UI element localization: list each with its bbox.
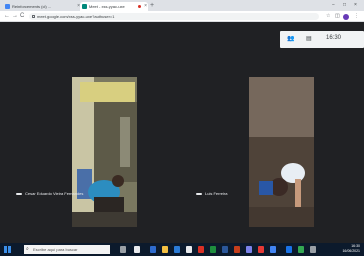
participant-video[interactable]: [249, 77, 314, 227]
profile-avatar[interactable]: [343, 14, 349, 20]
search-icon: ⌕: [26, 246, 29, 252]
search-placeholder: Escribe aquí para buscar: [33, 247, 78, 252]
app-icon[interactable]: [258, 246, 264, 253]
address-text: meet.google.com/xss-yyac-uxe?authuser=1: [37, 14, 115, 19]
menu-kebab-icon[interactable]: ⋮: [354, 11, 359, 22]
app-icon[interactable]: [198, 246, 204, 253]
back-button[interactable]: ←: [4, 11, 10, 22]
reload-button[interactable]: C: [20, 11, 24, 22]
screen: Reinforcements (cl) ... × Meet - xss-yya…: [0, 0, 364, 256]
browser-toolbar: ← → C meet.google.com/xss-yyac-uxe?authu…: [0, 11, 364, 22]
excel-icon[interactable]: [210, 246, 216, 253]
teams-icon[interactable]: [246, 246, 252, 253]
powerpoint-icon[interactable]: [234, 246, 240, 253]
windows-taskbar: ⌕ Escribe aquí para buscar 16:30 16/06/2…: [0, 243, 364, 256]
app-icon[interactable]: [298, 246, 304, 253]
browser-tab-strip: Reinforcements (cl) ... × Meet - xss-yya…: [0, 0, 364, 11]
close-window-button[interactable]: ×: [354, 0, 357, 10]
address-bar[interactable]: meet.google.com/xss-yyac-uxe?authuser=1: [29, 13, 319, 20]
extensions-icon[interactable]: ◫: [335, 11, 340, 22]
task-view-icon[interactable]: [120, 246, 126, 253]
participant-video[interactable]: [72, 77, 137, 227]
meet-grid-icon: [5, 4, 10, 9]
mic-indicator-icon: [196, 193, 202, 195]
edge-icon[interactable]: [150, 246, 156, 253]
mail-icon[interactable]: [186, 246, 192, 253]
meet-info-bar: 👥 ▤ 16:30: [280, 31, 364, 48]
chat-icon[interactable]: ▤: [306, 35, 312, 42]
lock-icon: [32, 15, 35, 18]
system-clock[interactable]: 16:30 16/06/2021: [330, 244, 360, 254]
word-icon[interactable]: [222, 246, 228, 253]
windows-start-icon[interactable]: [4, 246, 11, 253]
people-icon[interactable]: 👥: [287, 35, 294, 42]
clock-date: 16/06/2021: [342, 249, 360, 253]
forward-button[interactable]: →: [12, 11, 18, 22]
meet-stage: 👥 ▤ 16:30 Cesar Eduardo Vieira Fernandes: [0, 23, 364, 243]
tray-icons[interactable]: [310, 246, 316, 253]
maximize-button[interactable]: □: [343, 0, 346, 10]
bookmark-star-icon[interactable]: ☆: [326, 11, 330, 22]
video-frame-image: [249, 77, 314, 227]
participant-name: Luis Ferreira: [205, 191, 228, 196]
minimize-button[interactable]: −: [332, 0, 335, 10]
browser-tab-active[interactable]: Meet - xss-yyac-uxe ×: [80, 2, 148, 11]
tab-title: Meet - xss-yyac-uxe: [89, 4, 125, 9]
meet-icon: [82, 4, 87, 9]
store-icon[interactable]: [174, 246, 180, 253]
app-icon[interactable]: [286, 246, 292, 253]
close-icon[interactable]: ×: [144, 2, 147, 11]
recording-indicator-icon: [138, 5, 141, 8]
video-frame-image: [72, 77, 137, 227]
new-tab-button[interactable]: +: [150, 1, 154, 10]
cortana-icon[interactable]: [134, 246, 140, 253]
browser-tab[interactable]: Reinforcements (cl) ... ×: [3, 2, 81, 11]
file-explorer-icon[interactable]: [162, 246, 168, 253]
meeting-clock: 16:30: [326, 35, 342, 41]
participant-name: Cesar Eduardo Vieira Fernandes: [25, 191, 84, 196]
taskbar-search[interactable]: ⌕ Escribe aquí para buscar: [24, 245, 110, 254]
tab-title: Reinforcements (cl) ...: [12, 4, 52, 9]
chrome-icon[interactable]: [270, 246, 276, 253]
mic-indicator-icon: [16, 193, 22, 195]
